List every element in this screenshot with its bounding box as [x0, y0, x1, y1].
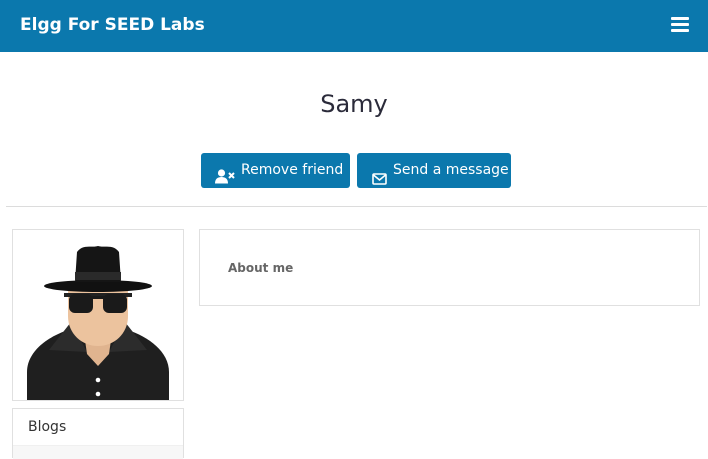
site-title-link[interactable]: Elgg For SEED Labs — [20, 13, 205, 37]
about-me-label: About me — [228, 261, 294, 275]
top-navbar: Elgg For SEED Labs — [0, 0, 708, 52]
send-message-label: Send a message — [393, 162, 509, 178]
divider — [6, 206, 707, 207]
about-me-box: About me — [199, 229, 700, 306]
send-message-button[interactable]: Send a message — [357, 153, 511, 188]
sidebar-item-blogs[interactable]: Blogs — [13, 409, 183, 446]
profile-sidebar-menu: Blogs — [12, 408, 184, 459]
spy-avatar-image — [27, 246, 169, 400]
user-times-icon — [215, 163, 235, 198]
remove-friend-button[interactable]: Remove friend — [201, 153, 350, 188]
profile-name: Samy — [320, 90, 388, 118]
hamburger-icon[interactable] — [671, 17, 689, 32]
remove-friend-label: Remove friend — [241, 162, 344, 178]
envelope-icon — [372, 164, 387, 199]
avatar[interactable] — [12, 229, 184, 401]
